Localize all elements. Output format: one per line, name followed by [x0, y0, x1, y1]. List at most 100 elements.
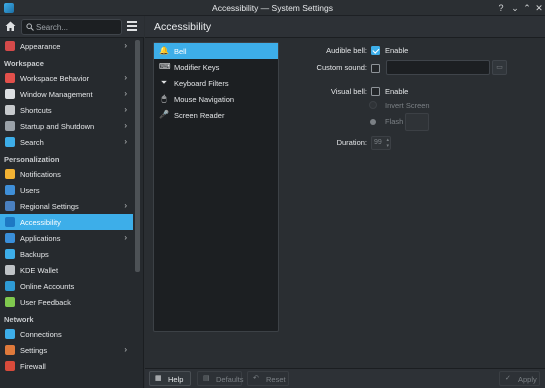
sidebar: Appearance›WorkspaceWorkspace Behavior›W… — [0, 16, 144, 388]
sidebar-item-label: Notifications — [20, 169, 61, 179]
sidebar-item-appearance[interactable]: Appearance › — [0, 38, 133, 54]
defaults-button[interactable]: ▤ Defaults — [197, 371, 244, 386]
audible-bell-label: Audible bell: — [326, 46, 367, 55]
chevron-right-icon: › — [124, 121, 127, 130]
chevron-right-icon: › — [124, 137, 127, 146]
connections-icon — [5, 329, 15, 339]
category-label: Modifier Keys — [174, 62, 220, 72]
window-title: Accessibility — System Settings — [212, 3, 333, 13]
category-item-screen-reader[interactable]: 🎤 Screen Reader — [154, 107, 278, 123]
audible-bell-checkbox[interactable] — [371, 46, 380, 55]
sidebar-item-firewall[interactable]: Firewall — [0, 358, 133, 374]
microphone-icon: 🎤 — [159, 110, 169, 119]
bell-icon — [5, 169, 15, 179]
search-input[interactable] — [36, 21, 120, 33]
sidebar-item-user-feedback[interactable]: User Feedback — [0, 294, 133, 310]
category-item-keyboard-filters[interactable]: ⏷ Keyboard Filters — [154, 75, 278, 91]
window-management-icon — [5, 89, 15, 99]
sidebar-item-workspace-behavior[interactable]: Workspace Behavior › — [0, 70, 133, 86]
hamburger-menu-icon[interactable] — [127, 21, 137, 31]
sidebar-item-label: Startup and Shutdown — [20, 121, 95, 131]
category-item-bell[interactable]: 🔔 Bell — [154, 43, 278, 59]
category-label: Bell — [174, 46, 187, 56]
sidebar-item-startup-and-shutdown[interactable]: Startup and Shutdown › — [0, 118, 133, 134]
sidebar-item-label: Search — [20, 137, 44, 147]
custom-sound-checkbox[interactable] — [371, 64, 380, 73]
duration-spinbox[interactable]: 99 ▴ ▾ — [371, 136, 391, 150]
apply-button[interactable]: ✓ Apply — [499, 371, 540, 386]
maximize-icon[interactable]: ⌃ — [521, 2, 533, 14]
flash-radio[interactable] — [370, 119, 376, 125]
shortcuts-icon — [5, 105, 15, 115]
sidebar-section-header: Network — [0, 310, 133, 326]
page-header: Accessibility — [145, 16, 545, 38]
accessibility-icon — [5, 217, 15, 227]
users-icon — [5, 185, 15, 195]
startup-shutdown-icon — [5, 121, 15, 131]
checkmark-icon: ✓ — [505, 375, 511, 382]
help-button[interactable]: ▦ Help — [149, 371, 191, 386]
flash-color-button[interactable] — [405, 113, 429, 131]
visual-bell-enable-label: Enable — [385, 87, 409, 96]
sidebar-item-label: Firewall — [20, 361, 46, 371]
main-panel: Accessibility 🔔 Bell ⌨ Modifier Keys ⏷ Keyboa… — [145, 16, 545, 388]
sidebar-scrollbar[interactable] — [135, 40, 140, 272]
mouse-icon: 🖱 — [161, 94, 167, 103]
sidebar-item-settings[interactable]: Settings › — [0, 342, 133, 358]
sidebar-item-accessibility[interactable]: Accessibility — [0, 214, 133, 230]
sidebar-item-label: Workspace Behavior — [20, 73, 90, 83]
sidebar-item-label: KDE Wallet — [20, 265, 59, 275]
duration-value: 99 — [374, 139, 382, 146]
sidebar-item-applications[interactable]: Applications › — [0, 230, 133, 246]
backups-icon — [5, 249, 15, 259]
reset-button[interactable]: ↶ Reset — [247, 371, 289, 386]
sidebar-section-title: Workspace — [4, 59, 44, 68]
sidebar-section-header: Workspace — [0, 54, 133, 70]
search-box[interactable] — [21, 19, 122, 35]
sidebar-item-search[interactable]: Search › — [0, 134, 133, 150]
applications-icon — [5, 233, 15, 243]
user-feedback-icon — [5, 297, 15, 307]
category-item-mouse-navigation[interactable]: 🖱 Mouse Navigation — [154, 91, 278, 107]
spin-arrows-icon[interactable]: ▴ ▾ — [386, 137, 389, 149]
sidebar-item-online-accounts[interactable]: Online Accounts — [0, 278, 133, 294]
duration-label: Duration: — [336, 138, 367, 147]
sidebar-item-shortcuts[interactable]: Shortcuts › — [0, 102, 133, 118]
search-icon — [26, 23, 34, 31]
firewall-icon — [5, 361, 15, 371]
custom-sound-field[interactable] — [386, 60, 490, 75]
sidebar-item-window-management[interactable]: Window Management › — [0, 86, 133, 102]
bell-icon: 🔔 — [159, 46, 169, 55]
sidebar-item-label: Users — [20, 185, 40, 195]
chevron-right-icon: › — [124, 41, 127, 50]
sidebar-item-notifications[interactable]: Notifications — [0, 166, 133, 182]
sidebar-section-title: Personalization — [4, 155, 60, 164]
help-book-icon: ▦ — [155, 375, 162, 382]
close-icon[interactable]: ✕ — [533, 2, 545, 14]
category-list: 🔔 Bell ⌨ Modifier Keys ⏷ Keyboard Filters 🖱 Mou… — [153, 42, 279, 332]
defaults-icon: ▤ — [203, 375, 210, 382]
footer-bar: ▦ Help ▤ Defaults ↶ Reset ✓ Apply — [145, 368, 545, 388]
sidebar-item-users[interactable]: Users — [0, 182, 133, 198]
visual-bell-checkbox[interactable] — [371, 87, 380, 96]
help-icon[interactable]: ? — [495, 2, 507, 14]
sidebar-item-backups[interactable]: Backups — [0, 246, 133, 262]
minimize-icon[interactable]: ⌄ — [509, 2, 521, 14]
invert-screen-radio[interactable] — [369, 101, 377, 109]
custom-sound-label: Custom sound: — [316, 63, 367, 72]
regional-settings-icon — [5, 201, 15, 211]
sidebar-item-regional-settings[interactable]: Regional Settings › — [0, 198, 133, 214]
category-item-modifier-keys[interactable]: ⌨ Modifier Keys — [154, 59, 278, 75]
window-titlebar: Accessibility — System Settings ? ⌄ ⌃ ✕ — [0, 0, 545, 16]
sidebar-section-header: Personalization — [0, 150, 133, 166]
keyboard-icon: ⌨ — [159, 62, 171, 71]
browse-folder-icon[interactable]: ▭ — [492, 60, 507, 75]
invert-screen-label: Invert Screen — [385, 101, 430, 110]
audible-bell-enable-label: Enable — [385, 46, 409, 55]
reset-icon: ↶ — [253, 375, 259, 382]
sidebar-item-connections[interactable]: Connections — [0, 326, 133, 342]
chevron-right-icon: › — [124, 345, 127, 354]
home-icon[interactable] — [4, 20, 17, 33]
sidebar-item-label: Accessibility — [20, 217, 61, 227]
sidebar-item-kde-wallet[interactable]: KDE Wallet — [0, 262, 133, 278]
